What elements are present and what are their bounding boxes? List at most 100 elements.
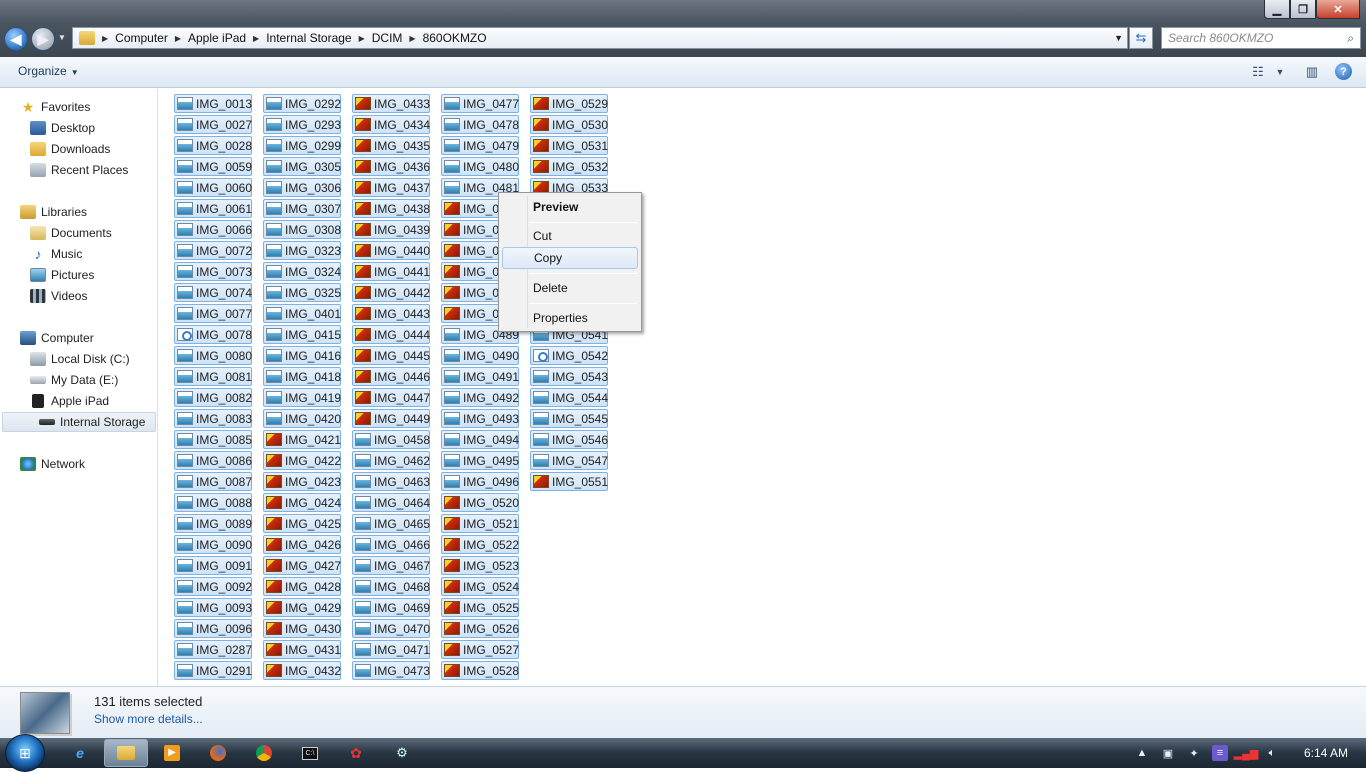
file-item[interactable]: IMG_0531: [530, 136, 608, 155]
file-item[interactable]: IMG_0307: [263, 199, 341, 218]
taskbar-app[interactable]: ✿: [334, 739, 378, 767]
file-item[interactable]: IMG_0496: [441, 472, 519, 491]
file-item[interactable]: IMG_0060: [174, 178, 252, 197]
file-item[interactable]: IMG_0439: [352, 220, 430, 239]
nav-recent-places[interactable]: Recent Places: [30, 160, 128, 180]
file-item[interactable]: IMG_0323: [263, 241, 341, 260]
file-item[interactable]: IMG_0458: [352, 430, 430, 449]
file-item[interactable]: IMG_0525: [441, 598, 519, 617]
file-item[interactable]: IMG_0480: [441, 157, 519, 176]
file-item[interactable]: IMG_0083: [174, 409, 252, 428]
refresh-button[interactable]: ⇆: [1129, 27, 1153, 49]
nav-my-data[interactable]: My Data (E:): [30, 370, 118, 390]
file-item[interactable]: IMG_0495: [441, 451, 519, 470]
signal-icon[interactable]: ▂▄▆: [1234, 745, 1259, 761]
file-item[interactable]: IMG_0072: [174, 241, 252, 260]
file-item[interactable]: IMG_0462: [352, 451, 430, 470]
file-item[interactable]: IMG_0437: [352, 178, 430, 197]
file-item[interactable]: IMG_0443: [352, 304, 430, 323]
address-bar[interactable]: ▶ Computer ▶ Apple iPad ▶ Internal Storage…: [72, 27, 1128, 49]
nav-videos[interactable]: Videos: [30, 286, 87, 306]
file-item[interactable]: IMG_0027: [174, 115, 252, 134]
file-item[interactable]: IMG_0078: [174, 325, 252, 344]
file-item[interactable]: IMG_0493: [441, 409, 519, 428]
file-item[interactable]: IMG_0435: [352, 136, 430, 155]
file-item[interactable]: IMG_0478: [441, 115, 519, 134]
file-item[interactable]: IMG_0299: [263, 136, 341, 155]
file-item[interactable]: IMG_0542: [530, 346, 608, 365]
file-item[interactable]: IMG_0441: [352, 262, 430, 281]
taskbar-chrome[interactable]: [242, 739, 286, 767]
forward-button[interactable]: ▶: [31, 27, 55, 51]
file-item[interactable]: IMG_0547: [530, 451, 608, 470]
breadcrumb-dcim[interactable]: DCIM ▶: [372, 28, 423, 48]
file-item[interactable]: IMG_0467: [352, 556, 430, 575]
show-hidden-icons-button[interactable]: ▲: [1134, 745, 1150, 761]
file-item[interactable]: IMG_0551: [530, 472, 608, 491]
breadcrumb-chevron-icon[interactable]: ▶: [359, 34, 365, 43]
taskbar-internet-explorer[interactable]: e: [58, 739, 102, 767]
file-item[interactable]: IMG_0422: [263, 451, 341, 470]
start-button[interactable]: ⊞: [5, 734, 45, 772]
file-item[interactable]: IMG_0425: [263, 514, 341, 533]
file-item[interactable]: IMG_0431: [263, 640, 341, 659]
file-item[interactable]: IMG_0087: [174, 472, 252, 491]
back-button[interactable]: ◀: [4, 27, 28, 51]
file-item[interactable]: IMG_0293: [263, 115, 341, 134]
file-item[interactable]: IMG_0085: [174, 430, 252, 449]
menu-item-preview[interactable]: Preview: [502, 196, 638, 218]
file-item[interactable]: IMG_0418: [263, 367, 341, 386]
breadcrumb-chevron-icon[interactable]: ▶: [175, 34, 181, 43]
file-item[interactable]: IMG_0521: [441, 514, 519, 533]
file-item[interactable]: IMG_0287: [174, 640, 252, 659]
file-item[interactable]: IMG_0440: [352, 241, 430, 260]
file-item[interactable]: IMG_0308: [263, 220, 341, 239]
nav-internal-storage[interactable]: Internal Storage: [2, 412, 156, 432]
nav-local-disk[interactable]: Local Disk (C:): [30, 349, 130, 369]
file-item[interactable]: IMG_0469: [352, 598, 430, 617]
file-item[interactable]: IMG_0524: [441, 577, 519, 596]
file-item[interactable]: IMG_0468: [352, 577, 430, 596]
file-item[interactable]: IMG_0086: [174, 451, 252, 470]
file-item[interactable]: IMG_0093: [174, 598, 252, 617]
nav-music[interactable]: ♪ Music: [30, 244, 83, 264]
file-item[interactable]: IMG_0305: [263, 157, 341, 176]
file-item[interactable]: IMG_0523: [441, 556, 519, 575]
nav-documents[interactable]: Documents: [30, 223, 112, 243]
file-item[interactable]: IMG_0073: [174, 262, 252, 281]
file-item[interactable]: IMG_0292: [263, 94, 341, 113]
file-item[interactable]: IMG_0470: [352, 619, 430, 638]
menu-item-cut[interactable]: Cut: [502, 225, 638, 247]
file-item[interactable]: IMG_0090: [174, 535, 252, 554]
file-item[interactable]: IMG_0066: [174, 220, 252, 239]
file-item[interactable]: IMG_0532: [530, 157, 608, 176]
nav-network[interactable]: Network: [20, 454, 85, 474]
file-item[interactable]: IMG_0477: [441, 94, 519, 113]
file-item[interactable]: IMG_0473: [352, 661, 430, 680]
menu-item-copy[interactable]: Copy: [502, 247, 638, 269]
file-item[interactable]: IMG_0306: [263, 178, 341, 197]
breadcrumb-apple-ipad[interactable]: Apple iPad ▶: [188, 28, 266, 48]
file-item[interactable]: IMG_0421: [263, 430, 341, 449]
file-item[interactable]: IMG_0479: [441, 136, 519, 155]
file-item[interactable]: IMG_0427: [263, 556, 341, 575]
file-item[interactable]: IMG_0089: [174, 514, 252, 533]
change-view-button[interactable]: ☷: [1249, 64, 1267, 80]
file-item[interactable]: IMG_0416: [263, 346, 341, 365]
file-item[interactable]: IMG_0028: [174, 136, 252, 155]
nav-favorites[interactable]: ★ Favorites: [20, 97, 91, 117]
organize-button[interactable]: Organize ▼: [10, 64, 87, 78]
file-item[interactable]: IMG_0324: [263, 262, 341, 281]
file-item[interactable]: IMG_0546: [530, 430, 608, 449]
clock[interactable]: 6:14 AM: [1304, 746, 1348, 760]
breadcrumb-chevron-icon[interactable]: ▶: [253, 34, 259, 43]
nav-libraries[interactable]: Libraries: [20, 202, 87, 222]
nav-desktop[interactable]: Desktop: [30, 118, 95, 138]
menu-item-delete[interactable]: Delete: [502, 277, 638, 299]
file-item[interactable]: IMG_0077: [174, 304, 252, 323]
flag-icon[interactable]: ≡: [1211, 745, 1228, 761]
file-item[interactable]: IMG_0096: [174, 619, 252, 638]
file-item[interactable]: IMG_0061: [174, 199, 252, 218]
taskbar-firefox[interactable]: [196, 739, 240, 767]
file-item[interactable]: IMG_0013: [174, 94, 252, 113]
